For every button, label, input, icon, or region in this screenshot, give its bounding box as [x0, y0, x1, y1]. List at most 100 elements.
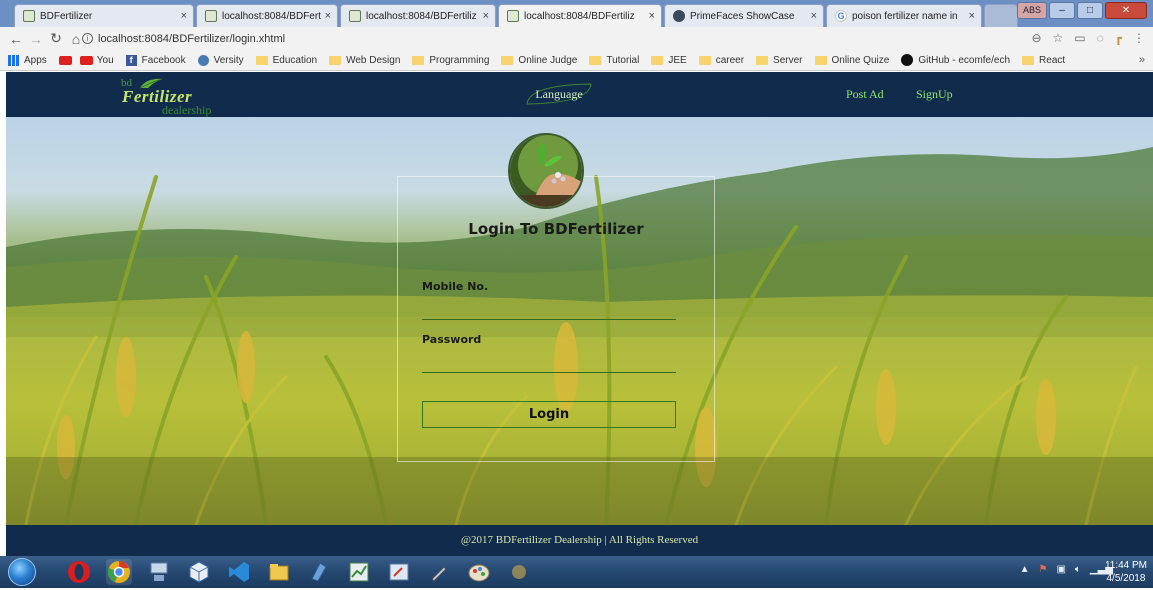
facebook-icon: f — [125, 54, 137, 66]
snipping-tool-icon[interactable] — [386, 559, 412, 585]
bookmark-folder[interactable]: Tutorial — [589, 55, 639, 66]
bookmarks-overflow-button[interactable]: » — [1139, 54, 1145, 66]
chart-app-icon[interactable] — [346, 559, 372, 585]
bookmark-folder[interactable]: JEE — [651, 55, 687, 66]
window-close-button[interactable]: ✕ — [1105, 2, 1147, 19]
browser-tab[interactable]: localhost:8084/BDFertiliz × — [196, 4, 338, 27]
browser-tab[interactable]: G poison fertilizer name in × — [826, 4, 982, 27]
network-app-icon[interactable] — [146, 559, 172, 585]
system-tray: ▲ ⚑ ▣ 🔈︎ ▁▃▅ — [1020, 564, 1113, 575]
zoom-icon[interactable]: ⊖ — [1031, 31, 1041, 45]
site-icon — [23, 10, 35, 22]
bookmark-folder[interactable]: Programming — [412, 55, 489, 66]
seedling-avatar — [508, 133, 584, 209]
info-icon[interactable]: i — [82, 33, 93, 44]
start-button[interactable] — [8, 558, 36, 586]
cast-icon[interactable]: ▭ — [1074, 31, 1085, 45]
youtube-icon — [58, 55, 72, 65]
folder-icon — [255, 55, 268, 65]
vscode-icon[interactable] — [226, 559, 252, 585]
browser-tab[interactable]: PrimeFaces ShowCase × — [664, 4, 824, 27]
taskbar-clock[interactable]: 11:44 PM 4/5/2018 — [1105, 559, 1147, 585]
folder-icon — [651, 55, 664, 65]
folder-icon — [501, 55, 514, 65]
primefaces-icon — [673, 10, 685, 22]
logo-dealer-text: dealership — [162, 103, 212, 117]
virtualbox-icon[interactable] — [186, 559, 212, 585]
tray-expand-icon[interactable]: ▲ — [1020, 564, 1030, 575]
menu-icon[interactable]: ⋮ — [1133, 31, 1145, 45]
site-icon — [507, 10, 519, 22]
display-icon[interactable]: ▣ — [1056, 564, 1065, 575]
bookmark-folder[interactable]: career — [698, 55, 744, 66]
password-input[interactable] — [422, 353, 676, 373]
bookmark-facebook[interactable]: f Facebook — [125, 54, 186, 66]
apps-icon — [8, 54, 19, 66]
minimize-button[interactable]: – — [1049, 2, 1075, 19]
signup-link[interactable]: SignUp — [916, 87, 953, 102]
app-icon[interactable] — [506, 559, 532, 585]
action-center-icon[interactable]: ⚑ — [1039, 564, 1048, 575]
bookmark-folder[interactable]: Server — [756, 55, 803, 66]
close-icon[interactable]: × — [969, 10, 975, 22]
folder-icon — [698, 55, 711, 65]
opera-icon[interactable] — [66, 559, 92, 585]
new-tab-button[interactable] — [984, 4, 1018, 27]
bookmark-folder[interactable]: Web Design — [329, 55, 400, 66]
site-navbar: bd Fertilizer dealership Language Post A… — [6, 72, 1153, 117]
url-input[interactable]: i localhost:8084/BDFertilizer/login.xhtm… — [82, 30, 1042, 47]
mobile-input[interactable] — [422, 300, 676, 320]
bookmark-folder[interactable]: Online Quize — [814, 55, 889, 66]
browser-tab[interactable]: localhost:8084/BDFertiliz × — [340, 4, 496, 27]
password-label: Password — [422, 333, 482, 346]
tab-title: localhost:8084/BDFertiliz — [524, 10, 635, 22]
paint-icon[interactable] — [466, 559, 492, 585]
github-icon — [901, 54, 914, 66]
folder-icon — [756, 55, 769, 65]
close-icon[interactable]: × — [483, 10, 489, 22]
browser-tab-active[interactable]: localhost:8084/BDFertiliz × — [498, 4, 662, 27]
close-icon[interactable]: × — [811, 10, 817, 22]
file-explorer-icon[interactable] — [266, 559, 292, 585]
site-icon — [349, 10, 361, 22]
volume-icon[interactable]: 🔈︎ — [1075, 564, 1081, 575]
folder-icon — [814, 55, 827, 65]
clock-date: 4/5/2018 — [1106, 573, 1146, 584]
abs-button[interactable]: ABS — [1017, 2, 1047, 19]
bookmark-folder[interactable]: Education — [255, 55, 317, 66]
star-icon[interactable]: ☆ — [1053, 31, 1064, 45]
extension-icon[interactable]: ┏ — [1115, 31, 1122, 45]
forward-icon[interactable]: → — [26, 31, 46, 47]
windows-taskbar: ▲ ⚑ ▣ 🔈︎ ▁▃▅ 11:44 PM 4/5/2018 — [0, 556, 1153, 588]
bookmark-folder[interactable]: React — [1022, 55, 1065, 66]
bookmarks-bar: Apps You f Facebook Versity Education Web… — [0, 50, 1153, 71]
login-title: Login To BDFertilizer — [468, 220, 644, 238]
bookmark-apps[interactable]: Apps — [8, 54, 47, 66]
login-button[interactable]: Login — [422, 401, 676, 428]
bookmark-folder[interactable]: Online Judge — [501, 55, 577, 66]
reload-icon[interactable]: ↻ — [46, 30, 66, 47]
bookmark-you[interactable]: You — [79, 55, 114, 66]
window-controls: ABS – □ ✕ — [1017, 2, 1147, 19]
site-logo[interactable]: bd Fertilizer dealership — [118, 77, 228, 117]
extension-icon[interactable]: ◌ — [1097, 31, 1104, 45]
post-ad-link[interactable]: Post Ad — [846, 87, 884, 102]
browser-tab[interactable]: BDFertilizer × — [14, 4, 194, 27]
bookmark-versity[interactable]: Versity — [197, 54, 244, 66]
maximize-button[interactable]: □ — [1077, 2, 1103, 19]
language-label: Language — [535, 87, 583, 101]
notepad-icon[interactable] — [306, 559, 332, 585]
tab-title: localhost:8084/BDFertiliz — [366, 10, 477, 22]
chrome-icon[interactable] — [106, 559, 132, 585]
pen-tool-icon[interactable] — [426, 559, 452, 585]
close-icon[interactable]: × — [181, 10, 187, 22]
back-icon[interactable]: ← — [6, 31, 26, 47]
web-page: bd Fertilizer dealership Language Post A… — [6, 72, 1153, 556]
language-button[interactable]: Language — [523, 82, 595, 106]
google-icon: G — [835, 10, 847, 22]
close-icon[interactable]: × — [325, 10, 331, 22]
tab-title: localhost:8084/BDFertiliz — [222, 10, 321, 22]
bookmark-github[interactable]: GitHub - ecomfe/ech — [901, 54, 1010, 66]
bookmark-youtube[interactable] — [58, 55, 76, 65]
close-icon[interactable]: × — [649, 10, 655, 22]
